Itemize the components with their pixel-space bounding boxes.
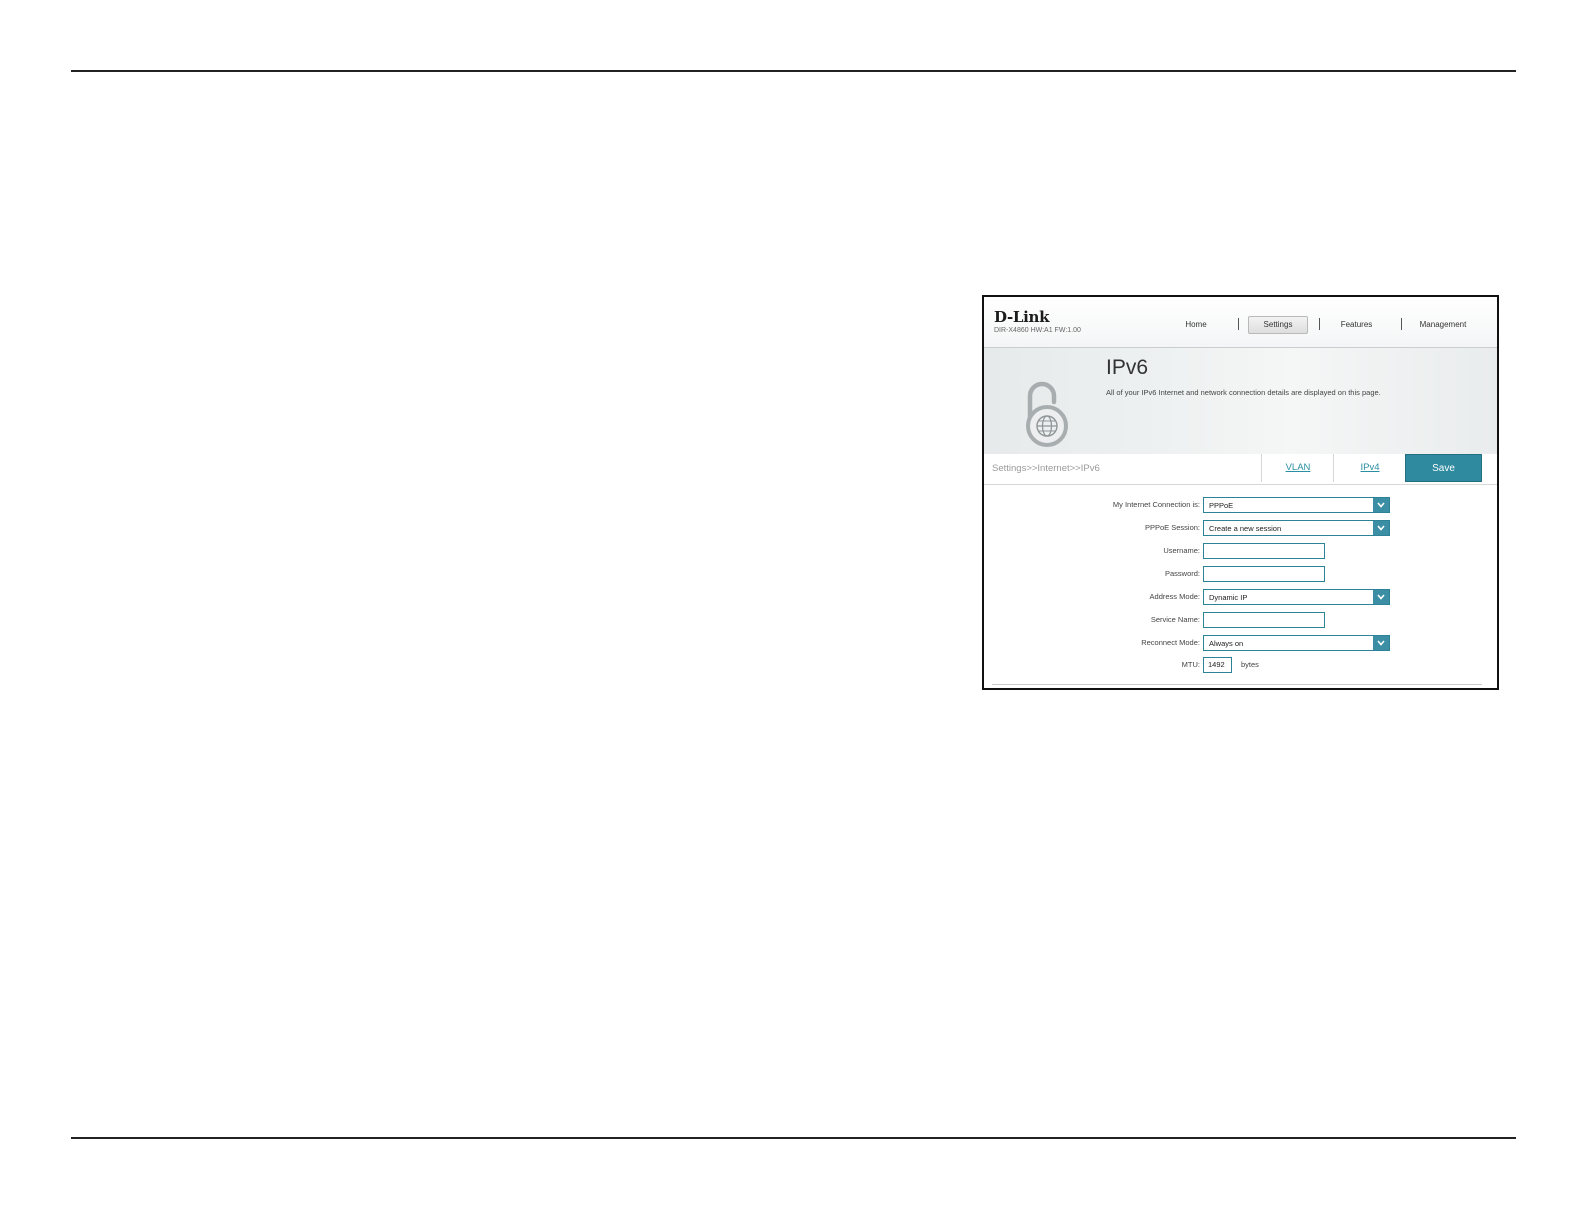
pppoe-session-label: PPPoE Session: <box>1144 523 1200 532</box>
chevron-down-icon[interactable] <box>1373 636 1389 650</box>
nav-home[interactable]: Home <box>1171 316 1221 334</box>
page-bottom-rule <box>71 1137 1516 1139</box>
service-name-row: Service Name: <box>984 612 1497 630</box>
reconnect-mode-select[interactable]: Always on <box>1203 635 1390 651</box>
breadcrumb: Settings>>Internet>>IPv6 <box>992 463 1100 474</box>
password-label: Password: <box>1164 569 1200 578</box>
password-row: Password: <box>984 566 1497 584</box>
nav-separator <box>1238 318 1239 330</box>
nav-separator <box>1401 318 1402 330</box>
connection-type-label: My Internet Connection is: <box>1112 500 1200 509</box>
mtu-unit-label: bytes <box>1241 660 1259 669</box>
nav-features[interactable]: Features <box>1329 316 1384 334</box>
nav-settings[interactable]: Settings <box>1248 316 1308 334</box>
mtu-label: MTU: <box>1181 660 1200 669</box>
connection-type-value: PPPoE <box>1209 501 1234 510</box>
sub-navigation-bar: Settings>>Internet>>IPv6 VLAN IPv4 Save <box>984 454 1497 485</box>
chevron-down-icon[interactable] <box>1373 498 1389 512</box>
connection-type-select[interactable]: PPPoE <box>1203 497 1390 513</box>
mtu-row: MTU: 1492 bytes <box>984 657 1497 675</box>
pppoe-session-row: PPPoE Session: Create a new session <box>984 520 1497 538</box>
username-label: Username: <box>1163 546 1200 555</box>
chevron-down-icon[interactable] <box>1373 521 1389 535</box>
nav-separator <box>1319 318 1320 330</box>
page-banner: IPv6 All of your IPv6 Internet and netwo… <box>984 348 1497 454</box>
nav-management[interactable]: Management <box>1404 316 1482 334</box>
reconnect-mode-row: Reconnect Mode: Always on <box>984 635 1497 653</box>
page-title: IPv6 <box>1106 356 1149 379</box>
reconnect-mode-label: Reconnect Mode: <box>1141 638 1200 647</box>
unlocked-padlock-globe-icon <box>1026 381 1068 447</box>
service-name-label: Service Name: <box>1150 615 1200 624</box>
address-mode-row: Address Mode: Dynamic IP <box>984 589 1497 607</box>
page-top-rule <box>71 70 1516 72</box>
pppoe-session-select[interactable]: Create a new session <box>1203 520 1390 536</box>
pppoe-session-value: Create a new session <box>1209 524 1282 533</box>
model-info: DIR-X4860 HW:A1 FW:1.00 <box>994 327 1081 334</box>
password-input[interactable] <box>1203 566 1325 582</box>
top-header: D-Link DIR-X4860 HW:A1 FW:1.00 Home Sett… <box>984 297 1497 348</box>
save-button[interactable]: Save <box>1405 454 1482 482</box>
ipv4-link[interactable]: IPv4 <box>1333 454 1406 482</box>
connection-type-row: My Internet Connection is: PPPoE <box>984 497 1497 515</box>
form-bottom-divider <box>992 684 1482 685</box>
username-row: Username: <box>984 543 1497 561</box>
dlink-logo: D-Link <box>994 308 1050 326</box>
chevron-down-icon[interactable] <box>1373 590 1389 604</box>
mtu-input[interactable]: 1492 <box>1203 657 1232 673</box>
vlan-link[interactable]: VLAN <box>1261 454 1334 482</box>
address-mode-label: Address Mode: <box>1149 592 1200 601</box>
service-name-input[interactable] <box>1203 612 1325 628</box>
address-mode-value: Dynamic IP <box>1209 593 1248 602</box>
router-screenshot: D-Link DIR-X4860 HW:A1 FW:1.00 Home Sett… <box>982 295 1499 690</box>
username-input[interactable] <box>1203 543 1325 559</box>
address-mode-select[interactable]: Dynamic IP <box>1203 589 1390 605</box>
reconnect-mode-value: Always on <box>1209 639 1244 648</box>
page-description: All of your IPv6 Internet and network co… <box>1106 388 1381 397</box>
